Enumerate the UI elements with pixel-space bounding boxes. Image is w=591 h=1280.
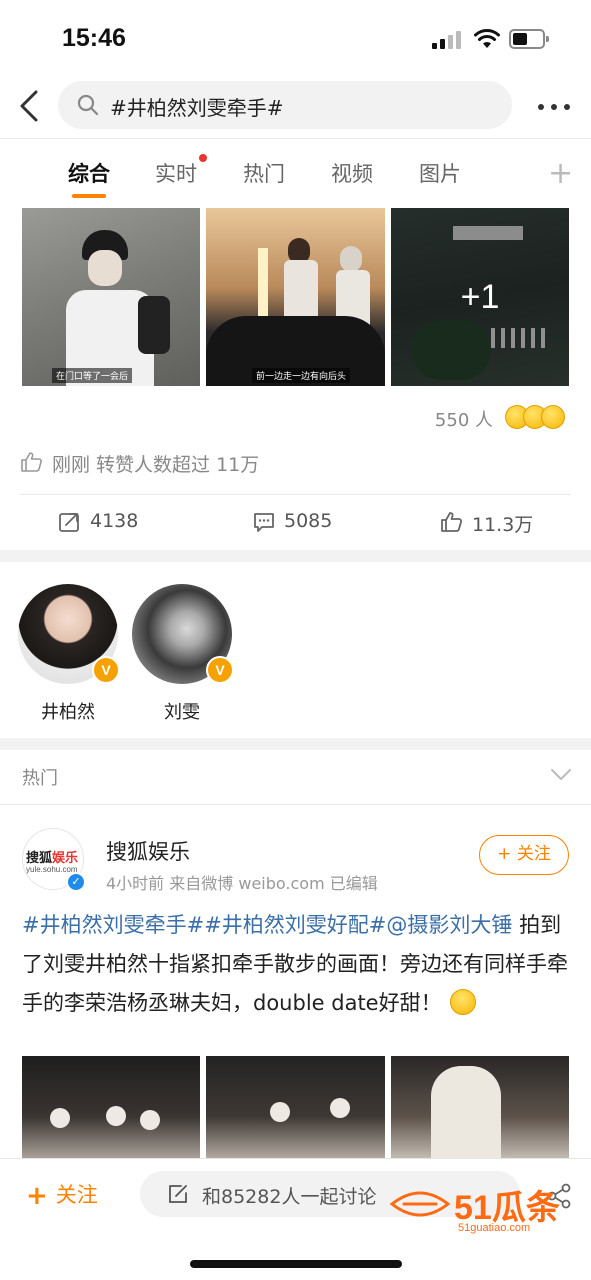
verified-badge-icon: V: [206, 656, 234, 684]
user-card-liuwen[interactable]: V 刘雯: [132, 584, 236, 724]
post-action-bar: 4138 5085 11.3万: [0, 500, 591, 546]
watermark-url: 51guatiao.com: [458, 1222, 531, 1234]
mention-link[interactable]: @摄影刘大锤: [386, 913, 512, 937]
tab-images[interactable]: 图片: [419, 158, 461, 188]
search-icon: [77, 94, 99, 116]
battery-icon: [509, 29, 549, 49]
wifi-icon: [474, 29, 500, 48]
comment-icon: [254, 513, 274, 532]
search-query: #井柏然刘雯牵手#: [110, 96, 284, 120]
thumbs-up-icon: [21, 452, 42, 472]
tab-bar: 综合 实时 热门 视频 图片 +: [0, 140, 591, 202]
hot-section-header[interactable]: 热门: [0, 750, 591, 804]
comment-count: 5085: [284, 510, 333, 532]
search-header: #井柏然刘雯牵手#: [0, 78, 591, 136]
image-caption: 前一边走一边有向后头: [252, 368, 351, 383]
tab-realtime[interactable]: 实时: [155, 158, 197, 188]
hot-notice-text: 刚刚 转赞人数超过 11万: [52, 454, 260, 476]
tab-general[interactable]: 综合: [68, 158, 110, 188]
header-divider: [0, 138, 591, 139]
add-tab-icon[interactable]: +: [548, 156, 573, 191]
repost-button[interactable]: 4138: [58, 508, 168, 536]
tab-hot[interactable]: 热门: [243, 158, 285, 188]
site-watermark: 51瓜条 51guatiao.com: [388, 1180, 578, 1240]
section-separator: [0, 738, 591, 750]
actions-divider: [20, 494, 571, 495]
home-indicator: [190, 1260, 402, 1268]
more-options-button[interactable]: [536, 96, 572, 116]
chevron-down-icon[interactable]: [550, 768, 572, 782]
weibo-search-page: 15:46 #井柏然刘雯牵手# 综合 实时 热门 视频 图片 + 在门口等了一会…: [0, 0, 591, 1280]
post-author[interactable]: 搜狐娱乐: [106, 836, 190, 866]
status-bar: 15:46: [0, 0, 591, 78]
post-body: #井柏然刘雯牵手##井柏然刘雯好配#@摄影刘大锤 拍到了刘雯井柏然十指紧扣牵手散…: [22, 906, 572, 1023]
discuss-placeholder: 和85282人一起讨论: [202, 1186, 377, 1208]
active-tab-indicator: [72, 194, 106, 198]
tab-video[interactable]: 视频: [331, 158, 373, 188]
like-count: 11.3万: [472, 514, 534, 536]
new-dot: [199, 154, 207, 162]
more-images-overlay[interactable]: +1: [391, 208, 569, 386]
edit-icon: [169, 1185, 187, 1203]
surprised-emoji-icon: [449, 989, 476, 1015]
user-name: 刘雯: [164, 702, 200, 723]
post-image[interactable]: [22, 1056, 200, 1166]
repost-icon: [59, 513, 79, 532]
search-input[interactable]: #井柏然刘雯牵手#: [58, 81, 512, 129]
reaction-emoji-icon: [505, 404, 567, 430]
signal-icon: [432, 31, 462, 49]
user-name: 井柏然: [41, 702, 95, 723]
hot-section-title: 热门: [22, 768, 58, 789]
post-image[interactable]: [206, 1056, 385, 1166]
hashtag-link[interactable]: #井柏然刘雯好配#: [204, 913, 386, 937]
verified-badge-icon: V: [92, 656, 120, 684]
melon-logo-icon: [389, 1191, 451, 1217]
post-image-2[interactable]: 前一边走一边有向后头: [206, 208, 385, 386]
post-image-3[interactable]: +1: [391, 208, 569, 386]
section-separator: [0, 550, 591, 562]
verified-icon: ✓: [66, 872, 86, 892]
post-image-1[interactable]: 在门口等了一会后: [22, 208, 200, 386]
like-button[interactable]: 11.3万: [440, 508, 560, 536]
bottom-follow-button[interactable]: + 关注: [26, 1179, 98, 1211]
post-image[interactable]: [391, 1056, 569, 1166]
image-caption: 在门口等了一会后: [52, 368, 133, 383]
back-button[interactable]: [12, 86, 48, 126]
repost-count: 4138: [90, 510, 139, 532]
comment-button[interactable]: 5085: [252, 508, 362, 536]
reactions-summary[interactable]: 550 人: [367, 404, 567, 432]
hot-notice: 刚刚 转赞人数超过 11万: [20, 448, 320, 476]
follow-button[interactable]: + 关注: [479, 835, 569, 875]
post-meta: 4小时前 来自微博 weibo.com 已编辑: [106, 874, 378, 893]
user-card-jingboran[interactable]: V 井柏然: [18, 584, 122, 724]
post-divider: [0, 804, 591, 805]
hashtag-link[interactable]: #井柏然刘雯牵手#: [22, 913, 204, 937]
sohu-logo: 搜狐娱乐: [26, 851, 79, 866]
status-time: 15:46: [62, 24, 126, 52]
like-icon: [441, 512, 463, 532]
reaction-count: 550 人: [434, 410, 493, 431]
